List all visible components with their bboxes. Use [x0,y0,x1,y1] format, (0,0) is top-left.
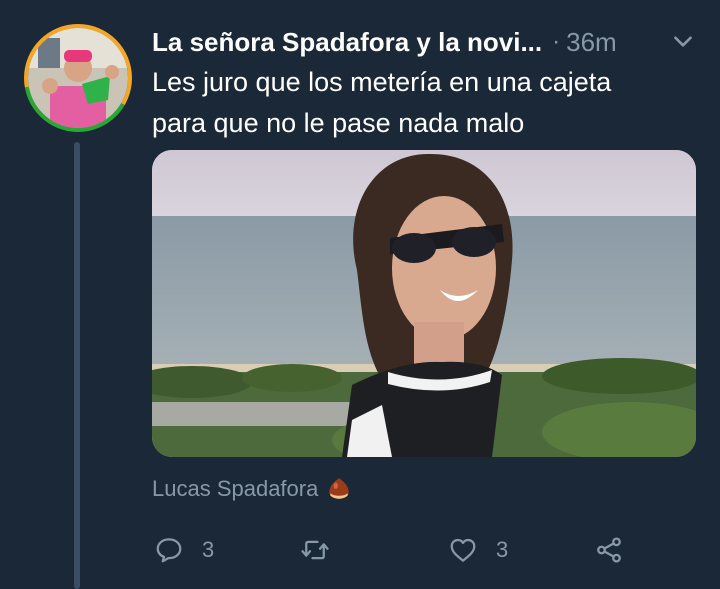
reply-count: 3 [202,537,215,562]
like-button[interactable]: 3 [448,528,508,572]
timestamp[interactable]: 36m [566,27,617,58]
author-avatar[interactable] [24,24,132,132]
separator-dot: · [552,28,561,55]
tweet-media[interactable] [152,150,696,457]
tweet-text-line: Les juro que los metería en una cajeta [152,67,612,97]
avatar-image [28,28,128,128]
tweet-text: Les juro que los metería en una cajeta p… [152,62,692,144]
heart-icon [450,538,476,562]
reply-icon [156,538,182,563]
share-icon [597,537,621,563]
media-caption[interactable]: Lucas Spadafora [152,474,352,504]
avatar-photo [28,28,128,128]
share-button[interactable] [594,528,624,572]
media-caption-text: Lucas Spadafora [152,476,319,501]
media-photo [152,150,696,457]
like-count: 3 [496,537,509,562]
reply-button[interactable]: 3 [154,528,214,572]
thread-line [74,142,80,589]
retweet-icon [301,540,329,560]
chestnut-icon [329,478,350,499]
author-name[interactable]: La señora Spadafora y la novi... [152,27,542,58]
chevron-down-icon[interactable] [670,28,696,54]
retweet-button[interactable] [300,528,348,572]
tweet-header: La señora Spadafora y la novi... · 36m [152,26,700,58]
tweet-text-line: para que no le pase nada malo [152,108,525,138]
tweet-actions: 3 3 [150,528,710,572]
